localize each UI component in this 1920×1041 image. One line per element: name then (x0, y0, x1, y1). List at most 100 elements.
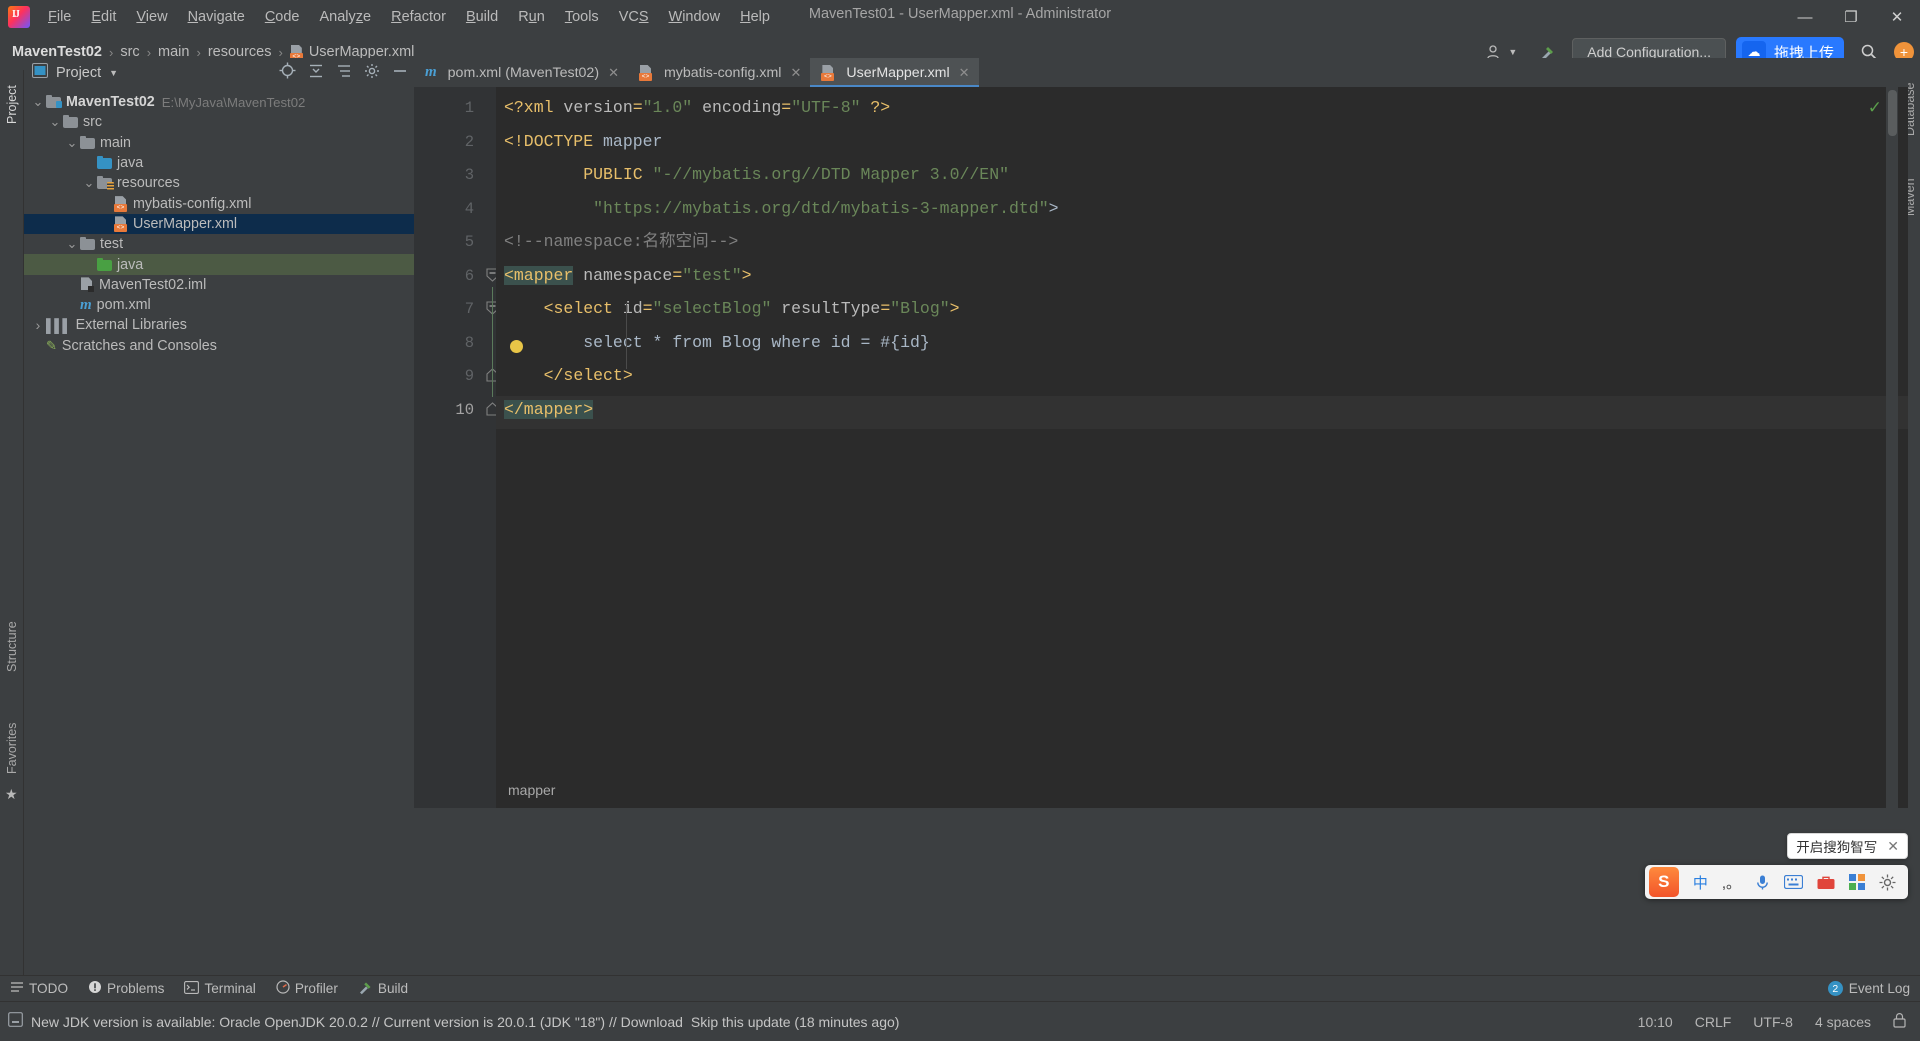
ime-toolbox-icon[interactable] (1817, 875, 1835, 890)
tree-node-mybatis-config-xml[interactable]: ❯ mybatis-config.xml (24, 193, 414, 213)
code-token: > (1048, 198, 1059, 218)
tree-node-usermapper-xml[interactable]: ❯ UserMapper.xml (24, 213, 414, 235)
tool-tab-project[interactable]: Project (0, 74, 24, 136)
code-content[interactable]: <?xml version="1.0" encoding="UTF-8" ?> <… (496, 87, 1908, 808)
tree-node-pom-xml[interactable]: ❯mpom.xml (24, 295, 414, 315)
collapse-all-icon[interactable] (308, 63, 324, 83)
editor-tab-usermapper.xml[interactable]: UserMapper.xml ✕ (810, 58, 979, 87)
event-log-button[interactable]: 2 Event Log (1827, 981, 1910, 996)
menu-tools[interactable]: Tools (555, 5, 609, 29)
code-line-2[interactable]: <!DOCTYPE mapper (504, 125, 662, 159)
code-token: mapper (593, 131, 663, 151)
code-line-3[interactable]: PUBLIC "-//mybatis.org//DTD Mapper 3.0//… (504, 158, 1009, 192)
tree-node-maventest02[interactable]: ⌄ MavenTest02 E:\MyJava\MavenTest02 (24, 92, 414, 112)
sogou-ime-toolbar: S 中 ,。 (1644, 865, 1908, 899)
code-line-6[interactable]: <mapper namespace="test"> (504, 259, 752, 293)
hide-panel-icon[interactable] (392, 63, 408, 83)
ime-grid-icon[interactable] (1849, 874, 1865, 890)
locate-icon[interactable] (279, 62, 296, 83)
code-line-4[interactable]: "https://mybatis.org/dtd/mybatis-3-mappe… (504, 192, 1059, 226)
tool-window-build[interactable]: Build (358, 980, 408, 998)
status-skip-link[interactable]: Skip this update (18 minutes ago) (691, 1014, 900, 1030)
code-line-9[interactable]: </select> (504, 359, 633, 393)
line-number: 9 (464, 367, 474, 385)
maximize-button[interactable]: ❐ (1828, 0, 1874, 34)
tree-arrow-expanded[interactable]: ⌄ (81, 176, 97, 189)
menu-build[interactable]: Build (456, 5, 508, 29)
gear-icon[interactable] (364, 63, 380, 83)
code-line-10[interactable]: </mapper> (504, 393, 594, 427)
line-separator[interactable]: CRLF (1695, 1014, 1732, 1030)
code-line-7[interactable]: <select id="selectBlog" resultType="Blog… (504, 292, 960, 326)
tool-tab-structure[interactable]: Structure (0, 610, 24, 684)
menu-edit[interactable]: Edit (81, 5, 126, 29)
menu-refactor[interactable]: Refactor (381, 5, 456, 29)
ime-settings-icon[interactable] (1879, 874, 1896, 891)
minimize-button[interactable]: — (1782, 0, 1828, 34)
tree-node-label: resources (117, 175, 180, 192)
editor-tab-mybatisconfig.xml[interactable]: mybatis-config.xml ✕ (628, 58, 810, 87)
menu-analyze[interactable]: Analyze (310, 5, 382, 29)
tree-arrow-expanded[interactable]: ⌄ (30, 95, 46, 108)
ime-mic-icon[interactable] (1755, 874, 1770, 891)
tree-node-scratches-and-consoles[interactable]: ❯✎Scratches and Consoles (24, 336, 414, 356)
code-token: "Blog" (890, 299, 950, 318)
tree-arrow-expanded[interactable]: ⌄ (64, 136, 80, 149)
tree-node-main[interactable]: ⌄ main (24, 133, 414, 153)
tool-window-terminal[interactable]: Terminal (184, 980, 256, 997)
menu-window[interactable]: Window (659, 5, 731, 29)
editor-tab-pom.xml[interactable]: m pom.xml (MavenTest02) ✕ (414, 58, 628, 87)
lock-icon[interactable] (1893, 1012, 1906, 1031)
menu-navigate[interactable]: Navigate (178, 5, 255, 29)
tool-tab-favorites[interactable]: Favorites (0, 710, 24, 786)
tree-node-src[interactable]: ⌄ src (24, 112, 414, 132)
menu-file[interactable]: File (38, 5, 81, 29)
tree-arrow-expanded[interactable]: ⌄ (64, 237, 80, 250)
tree-node-test[interactable]: ⌄ test (24, 234, 414, 254)
close-tab-icon[interactable]: ✕ (959, 65, 970, 81)
close-button[interactable]: ✕ (1874, 0, 1920, 34)
file-encoding[interactable]: UTF-8 (1753, 1014, 1793, 1030)
menu-help[interactable]: Help (730, 5, 780, 29)
menu-view[interactable]: View (126, 5, 177, 29)
tool-window-problems[interactable]: Problems (88, 980, 164, 997)
sogou-logo-icon[interactable]: S (1648, 867, 1679, 897)
code-line-8[interactable]: select * from Blog where id = #{id} (504, 326, 930, 360)
menu-code[interactable]: Code (255, 5, 310, 29)
status-message[interactable]: New JDK version is available: Oracle Ope… (31, 1014, 683, 1030)
tree-node-java[interactable]: ❯ java (24, 153, 414, 173)
ime-punctuation-toggle[interactable]: ,。 (1722, 872, 1741, 893)
editor-scrollbar[interactable] (1886, 58, 1898, 808)
ime-tip-close-icon[interactable]: ✕ (1887, 838, 1899, 855)
tree-arrow-expanded[interactable]: ⌄ (47, 115, 63, 128)
folder-icon (63, 115, 78, 129)
menu-vcs[interactable]: VCS (609, 5, 659, 29)
inspection-ok-icon[interactable]: ✓ (1868, 98, 1882, 118)
close-tab-icon[interactable]: ✕ (608, 65, 619, 81)
tree-arrow-collapsed[interactable]: › (30, 317, 46, 333)
tool-window-todo[interactable]: TODO (10, 980, 68, 997)
tool-window-profiler[interactable]: Profiler (276, 980, 338, 997)
menu-run[interactable]: Run (508, 5, 555, 29)
intention-bulb-icon[interactable] (510, 340, 523, 353)
expand-icon[interactable] (336, 63, 352, 83)
ime-mode-chinese[interactable]: 中 (1693, 872, 1708, 893)
tree-node-resources[interactable]: ⌄ resources (24, 173, 414, 193)
caret-position[interactable]: 10:10 (1638, 1014, 1673, 1030)
editor-gutter[interactable]: 1 2 3 4 5 6 7 8 9 10 (414, 87, 499, 808)
code-line-5[interactable]: <!--namespace:名称空间--> (504, 225, 738, 259)
indent-setting[interactable]: 4 spaces (1815, 1014, 1871, 1030)
ime-keyboard-icon[interactable] (1784, 875, 1803, 889)
chevron-down-icon[interactable]: ▼ (109, 68, 118, 78)
tree-node-maventest02-iml[interactable]: ❯ MavenTest02.iml (24, 275, 414, 295)
tree-node-java[interactable]: ❯ java (24, 254, 414, 275)
close-tab-icon[interactable]: ✕ (790, 65, 801, 81)
event-log-count: 2 (1827, 981, 1843, 996)
tree-node-external-libraries[interactable]: › ▌▌▌ External Libraries (24, 315, 414, 335)
editor-tab-bar: mpom.xml (MavenTest02)✕mybatis-config.xm… (414, 58, 1908, 87)
code-line-1[interactable]: <?xml version="1.0" encoding="UTF-8" ?> (504, 91, 890, 125)
scrollbar-thumb[interactable] (1888, 90, 1897, 136)
